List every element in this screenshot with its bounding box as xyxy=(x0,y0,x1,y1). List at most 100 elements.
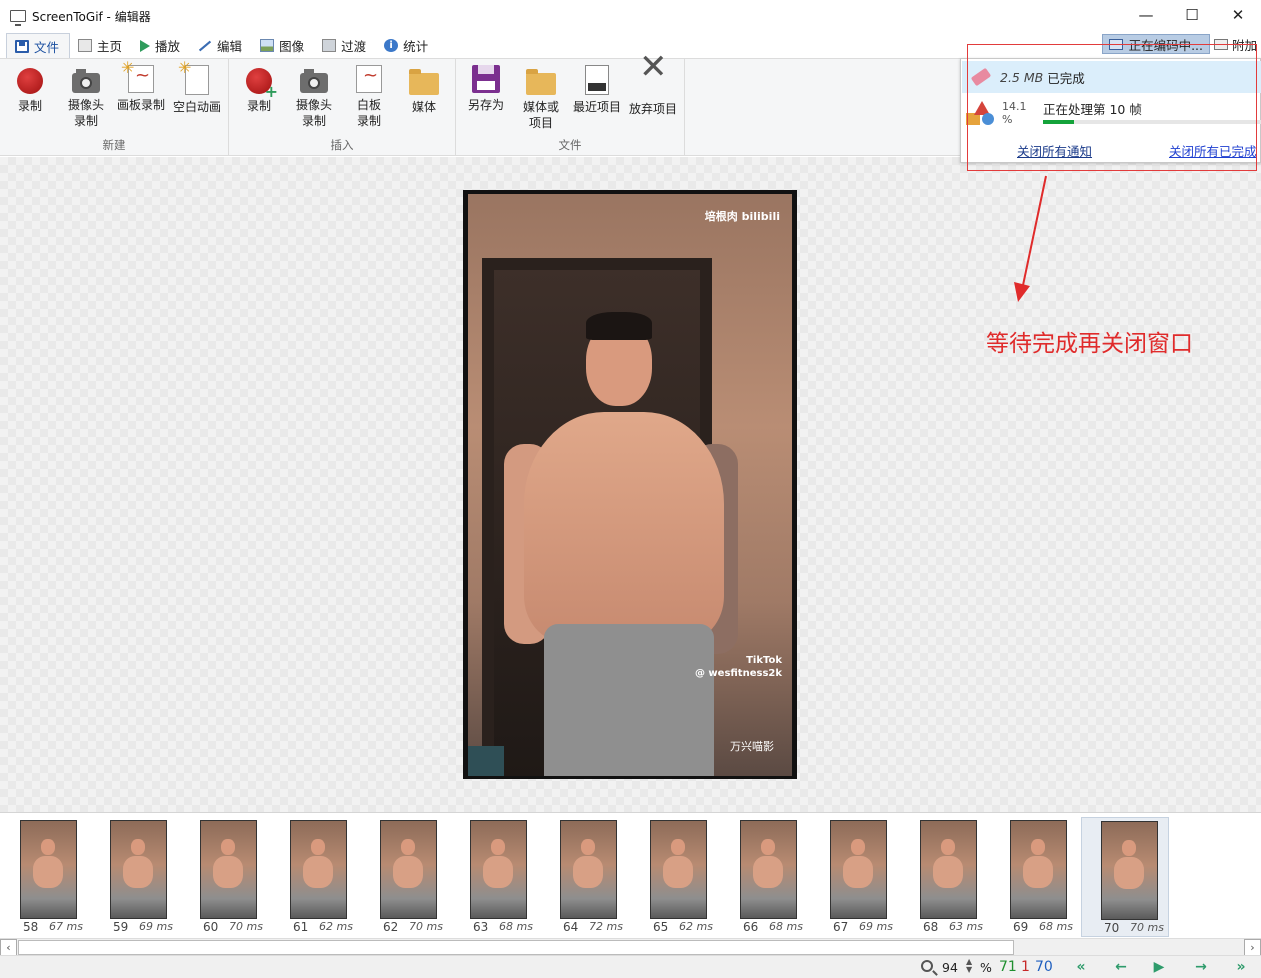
frame-thumbnail[interactable]: 60 70 ms xyxy=(181,817,269,937)
play-icon xyxy=(140,39,151,52)
maximize-button[interactable]: ☐ xyxy=(1169,0,1215,30)
annotation-text: 等待完成再关闭窗口 xyxy=(986,331,1193,357)
timeline-scrollbar[interactable]: ‹ › xyxy=(0,938,1261,956)
first-frame-button[interactable]: « xyxy=(1068,958,1094,976)
frame-count-selected: 1 xyxy=(1021,959,1030,975)
button-label: 画板录制 xyxy=(116,98,165,112)
frame-thumbnail-image xyxy=(920,820,977,919)
tiktok-handle: @ wesfitness2k xyxy=(694,668,782,679)
frame-thumbnail-image xyxy=(470,820,527,919)
ribbon-group-insert: 录制 摄像头 录制 白板 录制 媒体 插入 xyxy=(229,59,456,156)
frame-number: 62 xyxy=(383,920,399,934)
frame-thumbnail-image xyxy=(830,820,887,919)
frame-number: 64 xyxy=(563,920,579,934)
frame-edge-strip xyxy=(468,746,504,776)
new-record-button[interactable]: 录制 xyxy=(2,65,58,114)
next-frame-button[interactable]: → xyxy=(1188,958,1214,976)
floppy-disk-icon xyxy=(472,65,500,93)
frame-preview: 培根肉 bilibili TikTok @ wesfitness2k 万兴喵影 xyxy=(463,190,797,779)
last-frame-button[interactable]: » xyxy=(1228,958,1254,976)
frame-thumbnail-image xyxy=(560,820,617,919)
button-label: 摄像头 录制 xyxy=(67,98,104,128)
frame-thumbnail[interactable]: 64 72 ms xyxy=(541,817,629,937)
button-label: 另存为 xyxy=(467,98,504,112)
frame-number: 67 xyxy=(833,920,849,934)
window-controls: — ☐ ✕ xyxy=(1123,0,1261,32)
record-add-icon xyxy=(246,68,278,100)
recent-projects-button[interactable]: 最近项目 xyxy=(569,65,625,115)
tab-label: 编辑 xyxy=(217,39,243,54)
frame-thumbnail-image xyxy=(110,820,167,919)
scroll-left-button[interactable]: ‹ xyxy=(0,939,17,956)
blank-page-icon xyxy=(178,60,209,95)
insert-record-button[interactable]: 录制 xyxy=(231,65,287,114)
frame-number: 61 xyxy=(293,920,309,934)
insert-media-button[interactable]: 媒体 xyxy=(396,65,452,115)
zoom-spinner[interactable]: ▲ ▼ xyxy=(966,958,972,974)
frame-thumbnail[interactable]: 67 69 ms xyxy=(811,817,899,937)
app-monitor-icon xyxy=(10,10,26,26)
frame-thumbnail[interactable]: 58 67 ms xyxy=(1,817,89,937)
close-button[interactable]: ✕ xyxy=(1215,0,1261,30)
frame-delay: 70 ms xyxy=(1130,921,1164,934)
frame-thumbnail[interactable]: 65 62 ms xyxy=(631,817,719,937)
play-button[interactable]: ▶ xyxy=(1146,958,1172,976)
button-label: 录制 xyxy=(17,99,42,113)
frame-thumbnail[interactable]: 61 62 ms xyxy=(271,817,359,937)
window-title: ScreenToGif - 编辑器 xyxy=(32,9,151,24)
frame-delay: 70 ms xyxy=(409,920,443,933)
transition-icon xyxy=(322,39,337,52)
new-blank-animation-button[interactable]: 空白动画 xyxy=(169,60,225,115)
person-torso xyxy=(524,412,724,642)
frame-number: 65 xyxy=(653,920,669,934)
insert-board-record-button[interactable]: 白板 录制 xyxy=(341,65,397,129)
insert-webcam-record-button[interactable]: 摄像头 录制 xyxy=(286,65,342,129)
tab-file[interactable]: 文件 xyxy=(6,33,71,58)
status-bar: 94 ▲ ▼ % 71 1 70 « ← ▶ → » xyxy=(0,955,1261,978)
new-webcam-record-button[interactable]: 摄像头 录制 xyxy=(58,65,114,129)
tab-play[interactable]: 播放 xyxy=(132,33,190,58)
frame-count-total: 71 xyxy=(999,959,1017,975)
frame-delay: 72 ms xyxy=(589,920,623,933)
zoom-input[interactable]: 94 xyxy=(942,960,958,975)
ribbon-group-file: 另存为 媒体或 项目 最近项目 放弃项目 文件 xyxy=(456,59,685,156)
frame-thumbnail[interactable]: 59 69 ms xyxy=(91,817,179,937)
folder-icon xyxy=(409,69,439,95)
frame-thumbnail[interactable]: 69 68 ms xyxy=(991,817,1079,937)
frame-thumbnail[interactable]: 70 70 ms xyxy=(1081,817,1169,937)
board-icon xyxy=(121,60,154,93)
tab-label: 过渡 xyxy=(341,39,367,54)
minimize-button[interactable]: — xyxy=(1123,0,1169,30)
frame-number: 59 xyxy=(113,920,129,934)
new-board-record-button[interactable]: 画板录制 xyxy=(113,60,169,113)
frame-thumbnail[interactable]: 66 68 ms xyxy=(721,817,809,937)
tab-edit[interactable]: 编辑 xyxy=(190,33,252,58)
recent-document-icon xyxy=(585,65,609,95)
frame-number: 70 xyxy=(1104,921,1120,935)
scrollbar-track[interactable] xyxy=(18,940,1014,955)
frame-thumbnail[interactable]: 68 63 ms xyxy=(901,817,989,937)
title-bar: ScreenToGif - 编辑器 — ☐ ✕ xyxy=(0,0,1261,32)
tab-home[interactable]: 主页 xyxy=(70,33,132,58)
tab-image[interactable]: 图像 xyxy=(252,33,314,58)
frame-thumbnail[interactable]: 62 70 ms xyxy=(361,817,449,937)
frame-thumbnail-image xyxy=(740,820,797,919)
button-label: 白板 录制 xyxy=(356,98,381,128)
tab-statistics[interactable]: i 统计 xyxy=(376,33,438,58)
discard-x-icon xyxy=(637,59,669,97)
watermark-bilibili: 培根肉 bilibili xyxy=(704,210,780,223)
save-icon xyxy=(15,39,29,53)
discard-project-button[interactable]: 放弃项目 xyxy=(625,59,681,117)
frame-delay: 68 ms xyxy=(499,920,533,933)
button-label: 放弃项目 xyxy=(628,102,677,116)
person-pants xyxy=(544,624,714,776)
load-media-or-project-button[interactable]: 媒体或 项目 xyxy=(513,65,569,131)
frame-delay: 70 ms xyxy=(229,920,263,933)
save-as-button[interactable]: 另存为 xyxy=(458,65,514,113)
tab-transition[interactable]: 过渡 xyxy=(314,33,376,58)
camera-add-icon xyxy=(300,69,328,93)
tiktok-label: TikTok xyxy=(746,655,782,666)
previous-frame-button[interactable]: ← xyxy=(1108,958,1134,976)
frame-thumbnail[interactable]: 63 68 ms xyxy=(451,817,539,937)
scroll-right-button[interactable]: › xyxy=(1244,939,1261,956)
